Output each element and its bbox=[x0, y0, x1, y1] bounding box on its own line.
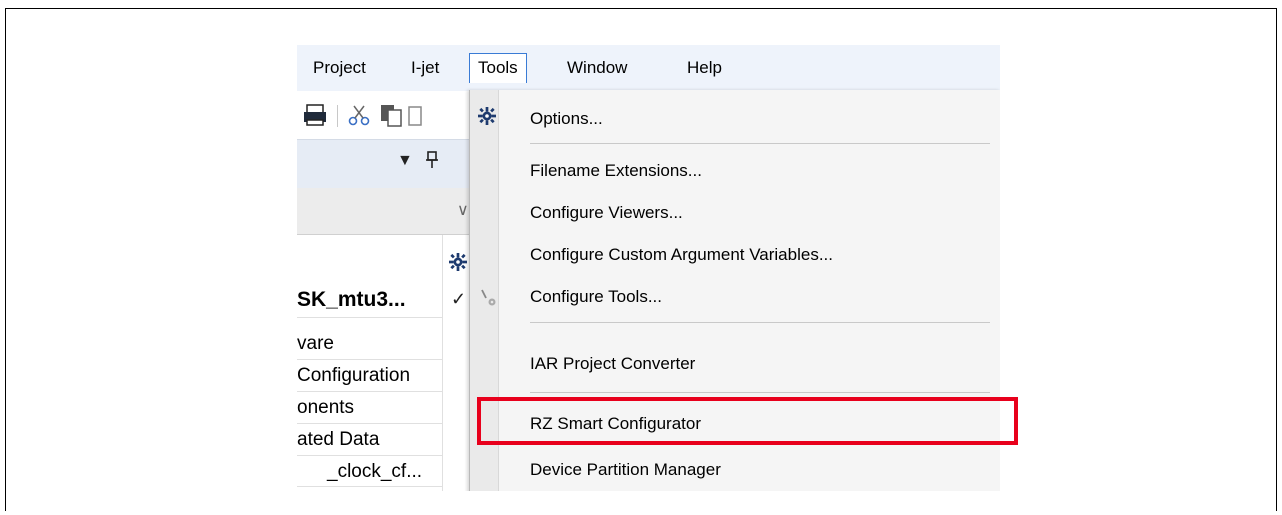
menu-item-device-partition-manager[interactable]: Device Partition Manager bbox=[530, 453, 721, 487]
tools-icon bbox=[478, 288, 498, 308]
column-divider bbox=[442, 235, 443, 491]
paste-icon[interactable] bbox=[407, 103, 423, 132]
pin-icon[interactable] bbox=[425, 150, 439, 173]
tree-item[interactable]: _clock_cf... bbox=[297, 457, 442, 487]
configuration-combo[interactable]: ∨ bbox=[297, 188, 477, 235]
menu-ijet[interactable]: I-jet bbox=[403, 53, 447, 83]
gear-icon bbox=[449, 253, 467, 276]
highlight-box bbox=[477, 397, 1018, 445]
toolbar-separator bbox=[337, 105, 338, 127]
tree-item[interactable]: ated Data bbox=[297, 425, 442, 456]
gear-icon bbox=[478, 107, 498, 127]
toolbar bbox=[297, 91, 477, 139]
combo-arrow-icon: ∨ bbox=[457, 202, 469, 219]
menu-item-iar-project-converter[interactable]: IAR Project Converter bbox=[530, 347, 695, 381]
workspace-tree: SK_mtu3... ✓ vare Configuration onents a… bbox=[297, 235, 477, 491]
panel-dropdown-icon[interactable]: ▼ bbox=[397, 152, 413, 170]
menu-bar: Project I-jet Tools Window Help bbox=[297, 45, 1000, 92]
menu-item-options[interactable]: Options... bbox=[530, 102, 603, 136]
menu-item-configure-viewers[interactable]: Configure Viewers... bbox=[530, 196, 683, 230]
tree-item[interactable]: Configuration bbox=[297, 361, 442, 392]
menu-project[interactable]: Project bbox=[305, 53, 374, 83]
menu-window[interactable]: Window bbox=[559, 53, 635, 83]
copy-icon[interactable] bbox=[379, 103, 403, 132]
menu-tools[interactable]: Tools bbox=[469, 53, 527, 83]
menu-item-configure-custom-argument-variables[interactable]: Configure Custom Argument Variables... bbox=[530, 238, 833, 272]
menu-separator bbox=[530, 143, 990, 144]
check-icon: ✓ bbox=[451, 289, 467, 309]
menu-item-filename-extensions[interactable]: Filename Extensions... bbox=[530, 154, 702, 188]
workspace-panel-header: ▼ bbox=[297, 139, 477, 189]
tree-item-project[interactable]: SK_mtu3... bbox=[297, 283, 442, 318]
tree-item[interactable]: vare bbox=[297, 329, 442, 360]
menu-separator bbox=[530, 322, 990, 323]
menu-separator bbox=[530, 392, 990, 393]
menu-help[interactable]: Help bbox=[679, 53, 730, 83]
tree-item[interactable]: onents bbox=[297, 393, 442, 424]
print-icon[interactable] bbox=[303, 103, 327, 132]
cut-icon[interactable] bbox=[347, 103, 371, 132]
menu-item-configure-tools[interactable]: Configure Tools... bbox=[530, 280, 662, 314]
